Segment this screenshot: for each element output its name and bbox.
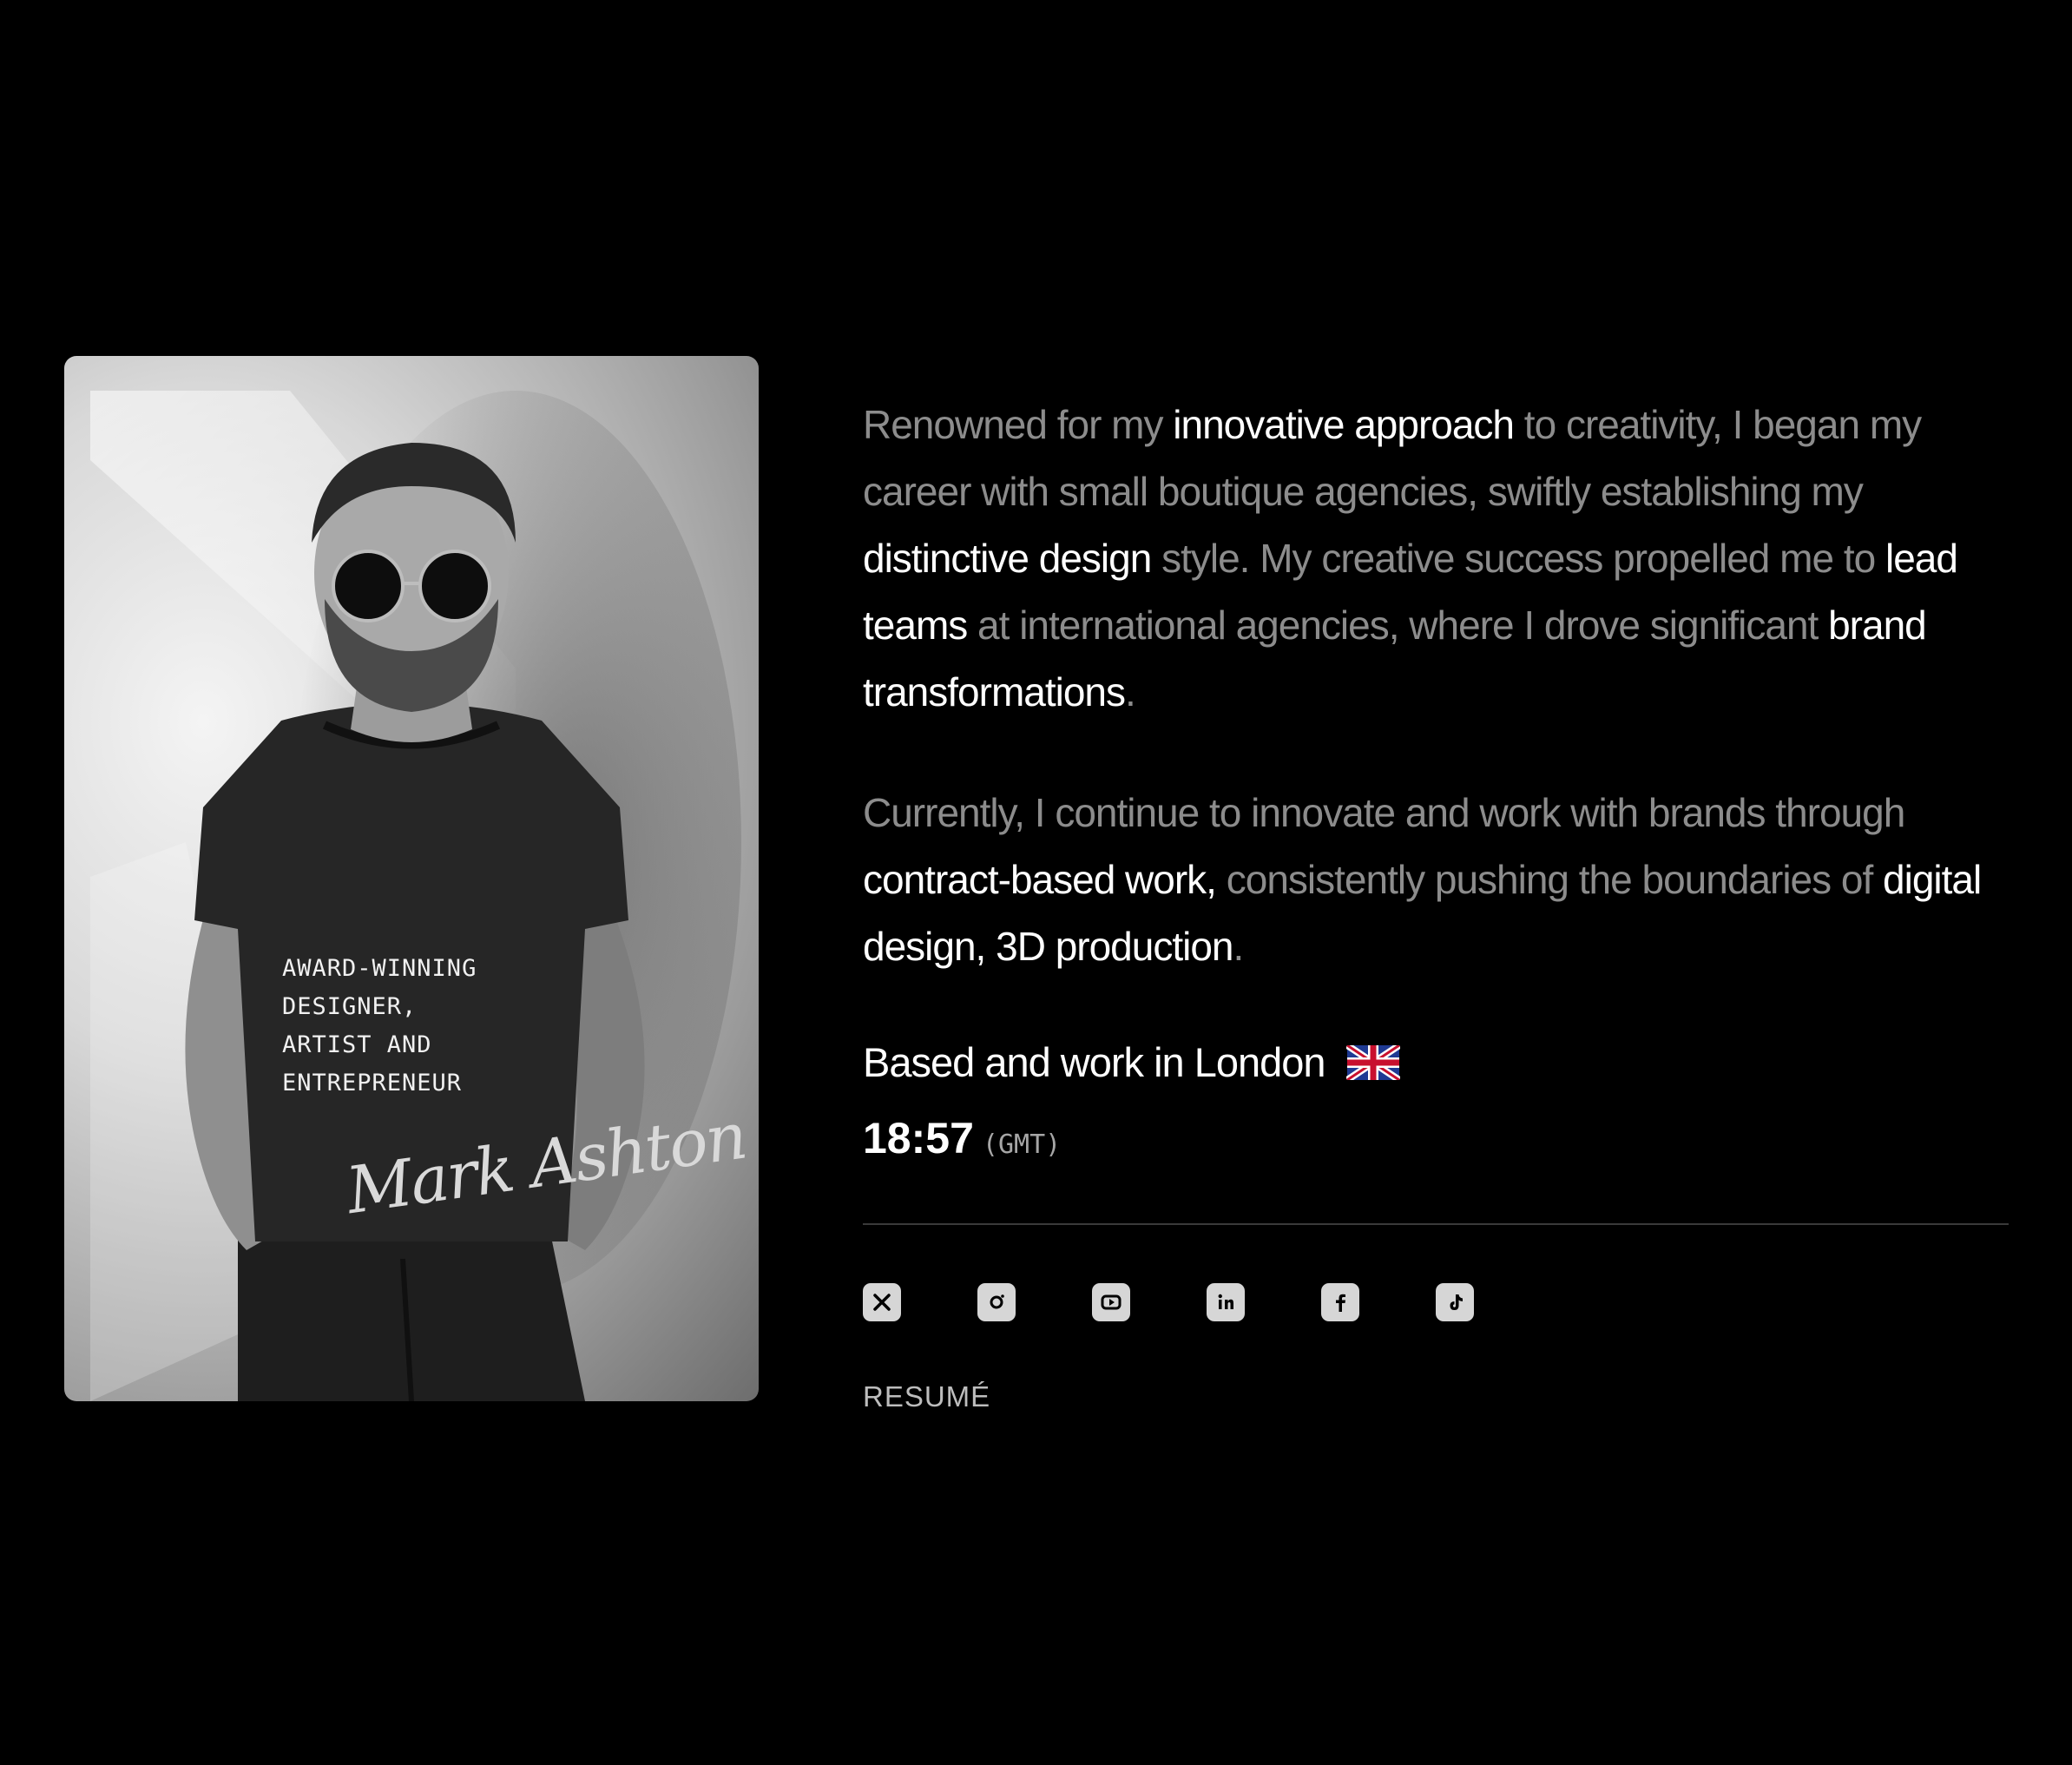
bio-text: style. My creative success propelled me … (1151, 536, 1885, 581)
tagline-line: AWARD-WINNING (282, 955, 477, 982)
tagline-line: ENTREPRENEUR (282, 1070, 463, 1097)
location-text: Based and work in London (863, 1039, 1326, 1085)
social-links (863, 1283, 1474, 1321)
tagline-line: DESIGNER, (282, 993, 418, 1020)
location-line: Based and work in London (863, 1038, 1400, 1086)
bio-highlight: distinctive design (863, 536, 1152, 581)
bio-text: consistently pushing the boundaries of (1215, 857, 1884, 902)
divider (863, 1223, 2009, 1225)
clock-timezone: (GMT) (982, 1129, 1062, 1160)
bio-text: Currently, I continue to innovate and wo… (863, 790, 1905, 835)
portrait-illustration (90, 391, 741, 1401)
clock-time: 18:57 (863, 1114, 974, 1162)
resume-link[interactable]: RESUMÉ (863, 1380, 990, 1413)
tiktok-icon[interactable] (1436, 1283, 1474, 1321)
bio-text: . (1233, 924, 1245, 969)
portrait-tagline: AWARD-WINNING DESIGNER, ARTIST AND ENTRE… (282, 950, 477, 1103)
bio-paragraph-2: Currently, I continue to innovate and wo… (863, 780, 2026, 980)
portrait-photo: Mark Ashton AWARD-WINNING DESIGNER, ARTI… (64, 356, 759, 1401)
bio-paragraph-1: Renowned for my innovative approach to c… (863, 392, 2026, 726)
bio-text: at international agencies, where I drove… (967, 603, 1829, 648)
uk-flag-icon (1345, 1044, 1400, 1080)
bio-text: Renowned for my (863, 402, 1174, 447)
bio-highlight: innovative approach (1173, 402, 1515, 447)
bio-text: . (1125, 669, 1136, 715)
instagram-icon[interactable] (977, 1283, 1016, 1321)
youtube-icon[interactable] (1092, 1283, 1130, 1321)
linkedin-icon[interactable] (1207, 1283, 1245, 1321)
local-clock: 18:57 (GMT) (863, 1113, 1061, 1163)
x-icon[interactable] (863, 1283, 901, 1321)
tagline-line: ARTIST AND (282, 1031, 432, 1058)
facebook-icon[interactable] (1321, 1283, 1359, 1321)
bio-highlight: contract-based work, (863, 857, 1217, 902)
